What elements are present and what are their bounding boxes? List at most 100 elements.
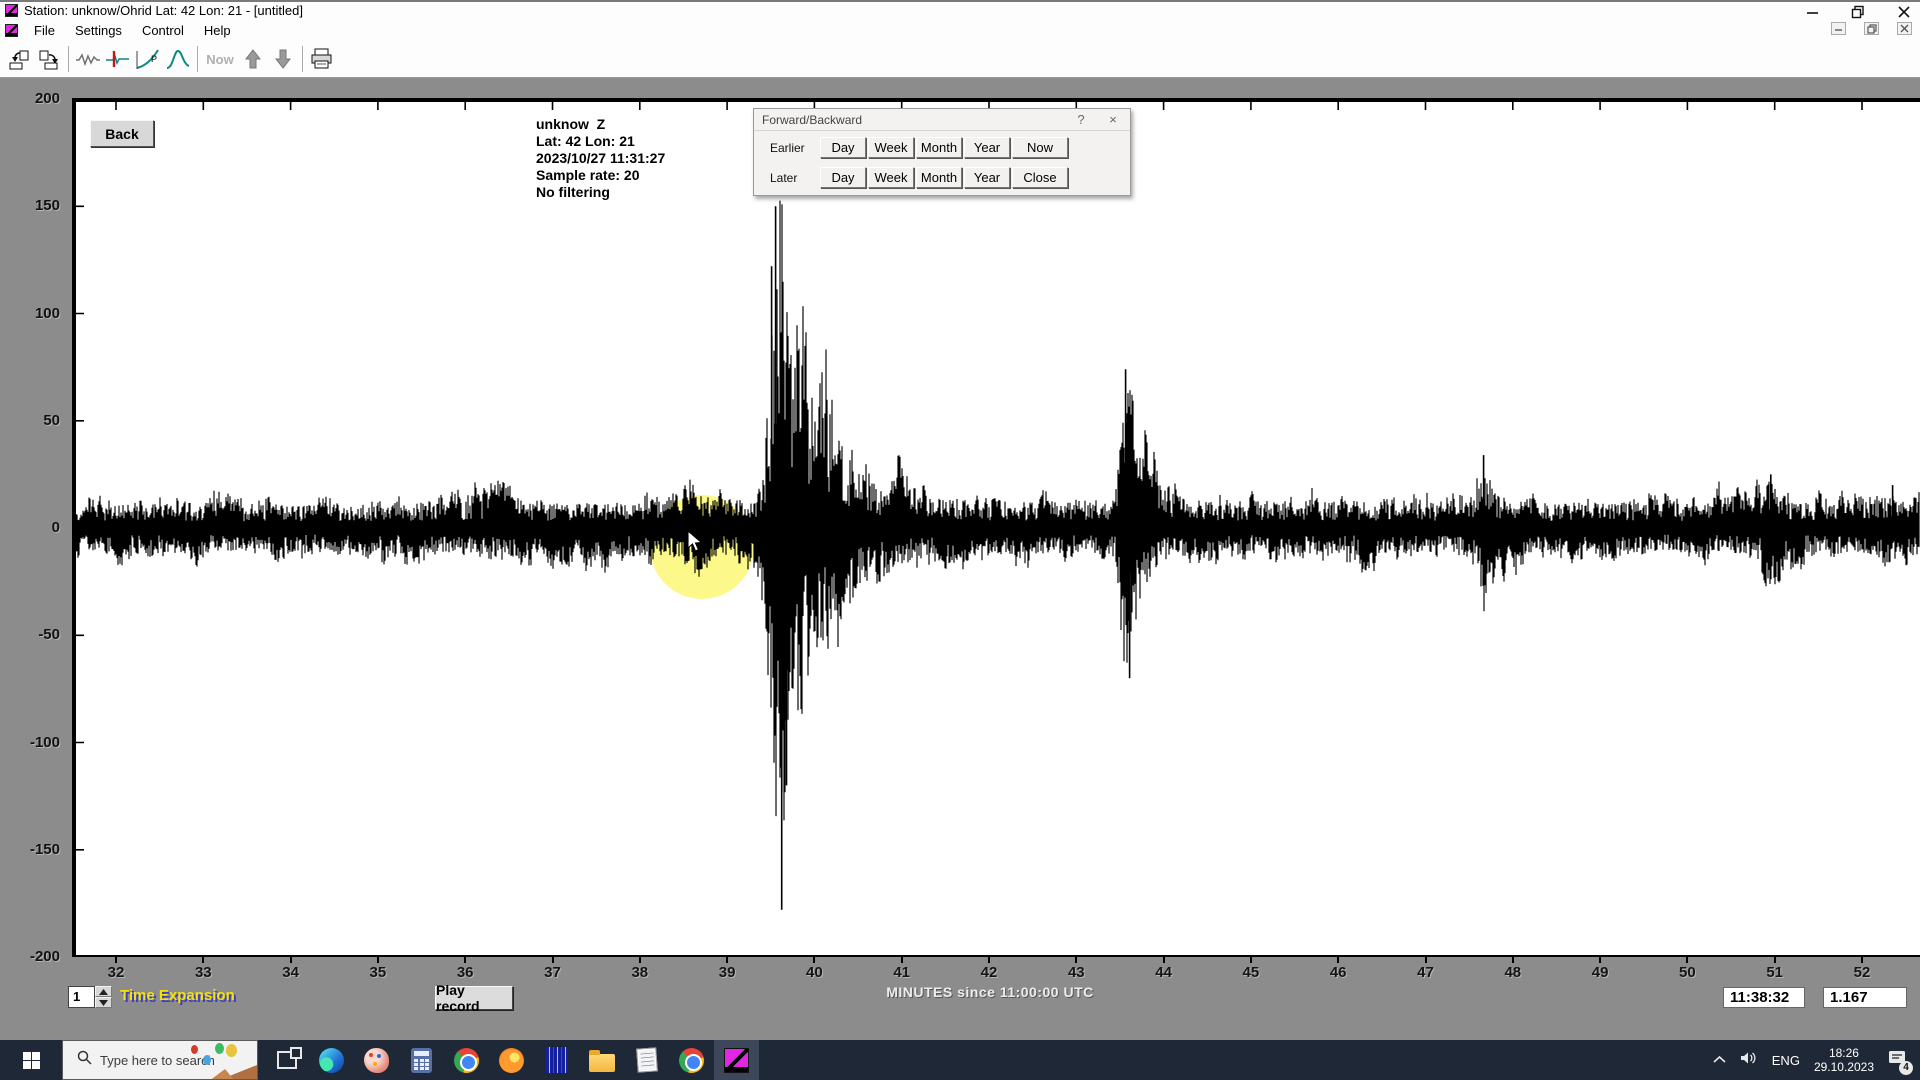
x-tick-label: 33: [173, 964, 233, 981]
x-axis-tick: [552, 955, 554, 963]
later-year-button[interactable]: Year: [964, 167, 1010, 188]
dialog-title-bar[interactable]: Forward/Backward ? ×: [754, 109, 1130, 131]
y-tick-label: -200: [2, 948, 60, 965]
language-indicator[interactable]: ENG: [1772, 1053, 1800, 1068]
toolbar-separator: [197, 46, 198, 72]
x-axis-tick: [1075, 955, 1077, 963]
minimize-icon[interactable]: [1802, 3, 1822, 20]
restore-icon[interactable]: [1848, 3, 1868, 20]
play-record-button[interactable]: Play record: [435, 986, 513, 1010]
earlier-day-button[interactable]: Day: [820, 137, 866, 158]
dialog-title: Forward/Backward: [762, 113, 1058, 127]
x-axis-tick: [202, 955, 204, 963]
station-info-line: No filtering: [536, 184, 665, 201]
menu-items: FileSettingsControlHelp: [24, 21, 241, 40]
calculator-icon[interactable]: [399, 1040, 444, 1080]
scroll-up-icon[interactable]: [239, 45, 267, 73]
x-tick-label: 46: [1308, 964, 1368, 981]
taskbar-clock[interactable]: 18:26 29.10.2023: [1814, 1046, 1874, 1074]
x-tick-label: 49: [1570, 964, 1630, 981]
y-tick-label: 150: [2, 197, 60, 214]
taskbar-time: 18:26: [1814, 1046, 1874, 1060]
back-button[interactable]: Back: [90, 120, 154, 147]
document-icon: [5, 24, 18, 37]
phase-pick-icon[interactable]: [104, 45, 132, 73]
task-view-icon[interactable]: [264, 1040, 309, 1080]
system-tray: ENG 18:26 29.10.2023 4: [1713, 1046, 1920, 1074]
x-tick-label: 38: [610, 964, 670, 981]
title-bar: Station: unknow/Ohrid Lat: 42 Lon: 21 - …: [0, 0, 1920, 19]
mdi-restore-icon[interactable]: [1864, 22, 1879, 35]
time-expansion-value[interactable]: 1: [68, 986, 95, 1008]
dialog-row-later: LaterDayWeekMonthYearClose: [754, 164, 1130, 191]
waveform-icon[interactable]: [74, 45, 102, 73]
station-info-line: Sample rate: 20: [536, 167, 665, 184]
spinner-up-icon[interactable]: [95, 986, 112, 997]
dialog-row-earlier: EarlierDayWeekMonthYearNow: [754, 134, 1130, 161]
menu-file[interactable]: File: [24, 21, 65, 40]
station-info-line: Lat: 42 Lon: 21: [536, 133, 665, 150]
start-button[interactable]: [0, 1040, 62, 1080]
later-week-button[interactable]: Week: [868, 167, 914, 188]
station-info: unknow ZLat: 42 Lon: 212023/10/27 11:31:…: [536, 116, 665, 201]
x-axis-tick: [901, 955, 903, 963]
print-icon[interactable]: [308, 45, 336, 73]
toolbar: P Now: [0, 41, 1920, 78]
mdi-minimize-icon[interactable]: [1831, 22, 1846, 35]
toolbar-separator: [68, 46, 69, 72]
edge-icon[interactable]: [309, 1040, 354, 1080]
menu-control[interactable]: Control: [132, 21, 194, 40]
load-previous-record-icon[interactable]: [5, 45, 33, 73]
notepad-icon[interactable]: [624, 1040, 669, 1080]
firefox-icon[interactable]: [489, 1040, 534, 1080]
travel-time-curve-icon[interactable]: P: [134, 45, 162, 73]
search-icon: [77, 1050, 92, 1070]
x-tick-label: 48: [1483, 964, 1543, 981]
seismic-data-icon[interactable]: [534, 1040, 579, 1080]
x-axis-tick: [377, 955, 379, 963]
earlier-week-button[interactable]: Week: [868, 137, 914, 158]
now-button[interactable]: Now: [203, 45, 237, 73]
action-center-icon[interactable]: 4: [1888, 1050, 1906, 1071]
x-axis-tick: [290, 955, 292, 963]
file-explorer-icon[interactable]: [579, 1040, 624, 1080]
menu-bar: FileSettingsControlHelp: [0, 19, 1920, 41]
menu-help[interactable]: Help: [194, 21, 241, 40]
x-axis-tick: [464, 955, 466, 963]
dialog-body: EarlierDayWeekMonthYearNow LaterDayWeekMo…: [754, 134, 1130, 191]
menu-settings[interactable]: Settings: [65, 21, 132, 40]
earlier-month-button[interactable]: Month: [916, 137, 962, 158]
seismogram-plot[interactable]: Back unknow ZLat: 42 Lon: 212023/10/27 1…: [72, 98, 1920, 957]
volume-icon[interactable]: [1740, 1051, 1758, 1070]
dialog-row-label: Earlier: [770, 141, 820, 155]
close-icon[interactable]: [1894, 3, 1914, 20]
load-next-record-icon[interactable]: [35, 45, 63, 73]
browser-icon[interactable]: [669, 1040, 714, 1080]
paint-icon[interactable]: [354, 1040, 399, 1080]
x-axis-tick: [726, 955, 728, 963]
spectrum-icon[interactable]: [164, 45, 192, 73]
taskbar-icons: [264, 1040, 759, 1080]
seisgram-active-icon[interactable]: [714, 1040, 759, 1080]
x-tick-label: 39: [697, 964, 757, 981]
earlier-now-button[interactable]: Now: [1012, 137, 1068, 158]
svg-text:P: P: [151, 54, 157, 64]
mdi-close-icon[interactable]: [1897, 22, 1912, 35]
time-expansion-label: Time Expansion: [120, 987, 235, 1004]
x-tick-label: 37: [523, 964, 583, 981]
later-month-button[interactable]: Month: [916, 167, 962, 188]
chrome-icon[interactable]: [444, 1040, 489, 1080]
later-day-button[interactable]: Day: [820, 167, 866, 188]
earlier-year-button[interactable]: Year: [964, 137, 1010, 158]
search-box[interactable]: Type here to search: [62, 1040, 258, 1080]
spinner-down-icon[interactable]: [95, 997, 112, 1008]
x-axis-tick: [115, 955, 117, 963]
later-close-button[interactable]: Close: [1012, 167, 1068, 188]
y-tick-label: 100: [2, 305, 60, 322]
help-icon[interactable]: ?: [1072, 112, 1090, 127]
dialog-close-icon[interactable]: ×: [1104, 112, 1122, 127]
x-axis-tick: [813, 955, 815, 963]
scroll-down-icon[interactable]: [269, 45, 297, 73]
x-tick-label: 47: [1396, 964, 1456, 981]
tray-chevron-icon[interactable]: [1713, 1051, 1726, 1069]
